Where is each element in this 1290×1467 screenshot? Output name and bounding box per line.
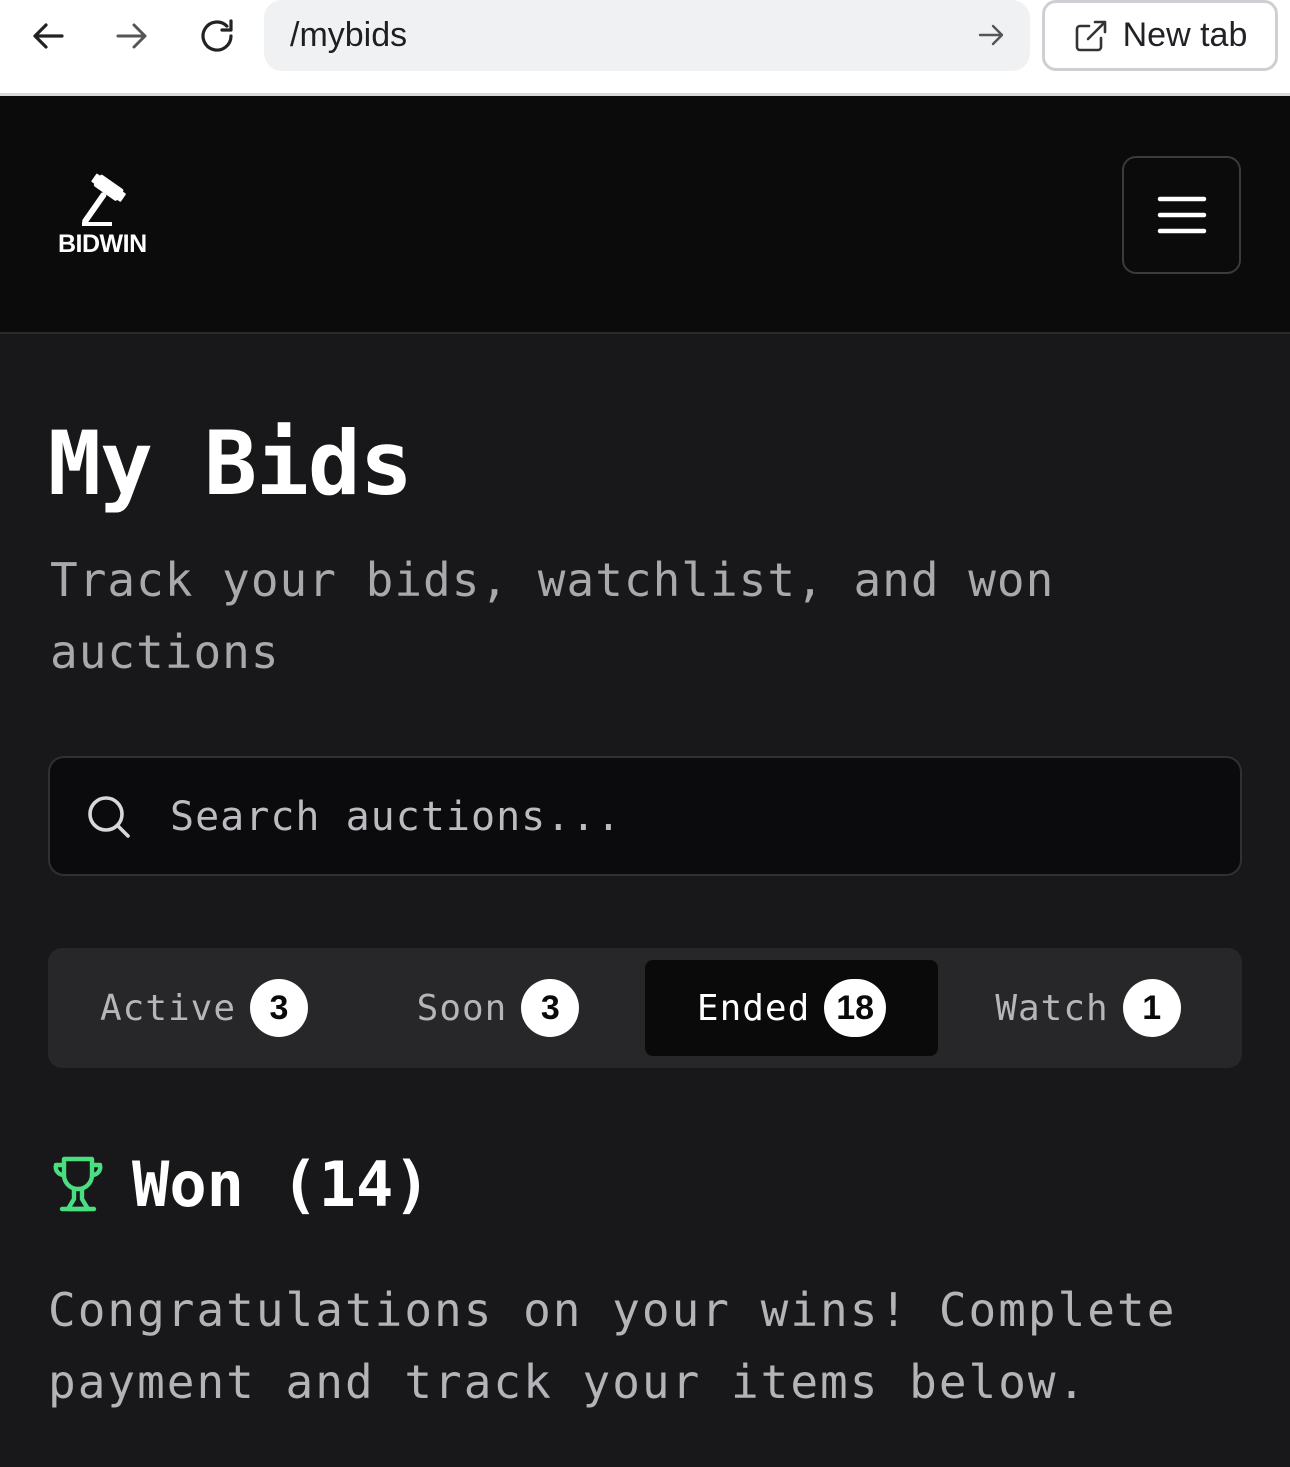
tab-label: Active (99, 987, 237, 1029)
reload-button[interactable] (193, 12, 241, 60)
new-tab-label: New tab (1122, 16, 1248, 54)
count-badge: 3 (521, 979, 580, 1037)
bid-status-tabs: Active 3 Soon 3 Ended 18 Watch 1 (48, 948, 1242, 1068)
bidwin-logo[interactable]: BIDWIN (58, 172, 162, 264)
tab-watch[interactable]: Watch 1 (944, 960, 1232, 1056)
tab-label: Ended (696, 987, 811, 1029)
tab-label: Watch (995, 987, 1109, 1029)
page-subtitle: Track your bids, watchlist, and won auct… (50, 553, 1055, 679)
won-heading-label: Won (14) (132, 1147, 431, 1221)
hamburger-icon (1157, 196, 1206, 234)
trophy-icon (53, 1156, 103, 1212)
tab-label: Soon (416, 987, 508, 1029)
search-icon (88, 796, 130, 838)
new-tab-button[interactable]: New tab (1042, 0, 1278, 71)
reload-icon (201, 19, 233, 52)
tab-active[interactable]: Active 3 (60, 960, 348, 1056)
count-badge: 1 (1122, 979, 1181, 1037)
won-message: Congratulations on your wins! Complete p… (48, 1283, 1177, 1409)
forward-button[interactable] (108, 12, 156, 60)
search-input[interactable] (170, 784, 1210, 850)
won-section-heading: Won (14) (48, 1144, 431, 1224)
tab-ended[interactable]: Ended 18 (645, 960, 938, 1056)
external-link-icon (1075, 20, 1106, 51)
tab-soon[interactable]: Soon 3 (354, 960, 642, 1056)
page-title: My Bids (48, 412, 413, 515)
count-badge: 18 (824, 979, 887, 1037)
url-text: /mybids (290, 16, 408, 54)
arrow-right-icon (116, 23, 147, 49)
menu-button[interactable] (1122, 156, 1241, 274)
go-arrow-icon[interactable] (974, 18, 1008, 52)
count-badge: 3 (250, 979, 309, 1037)
search-box[interactable] (48, 756, 1242, 876)
address-bar[interactable]: /mybids (264, 0, 1030, 71)
browser-toolbar: /mybids New tab (0, 0, 1290, 96)
arrow-left-icon (33, 23, 64, 49)
logo-text: BIDWIN (58, 230, 147, 258)
gavel-icon (82, 173, 126, 226)
app-header: BIDWIN (0, 96, 1290, 334)
back-button[interactable] (24, 12, 72, 60)
